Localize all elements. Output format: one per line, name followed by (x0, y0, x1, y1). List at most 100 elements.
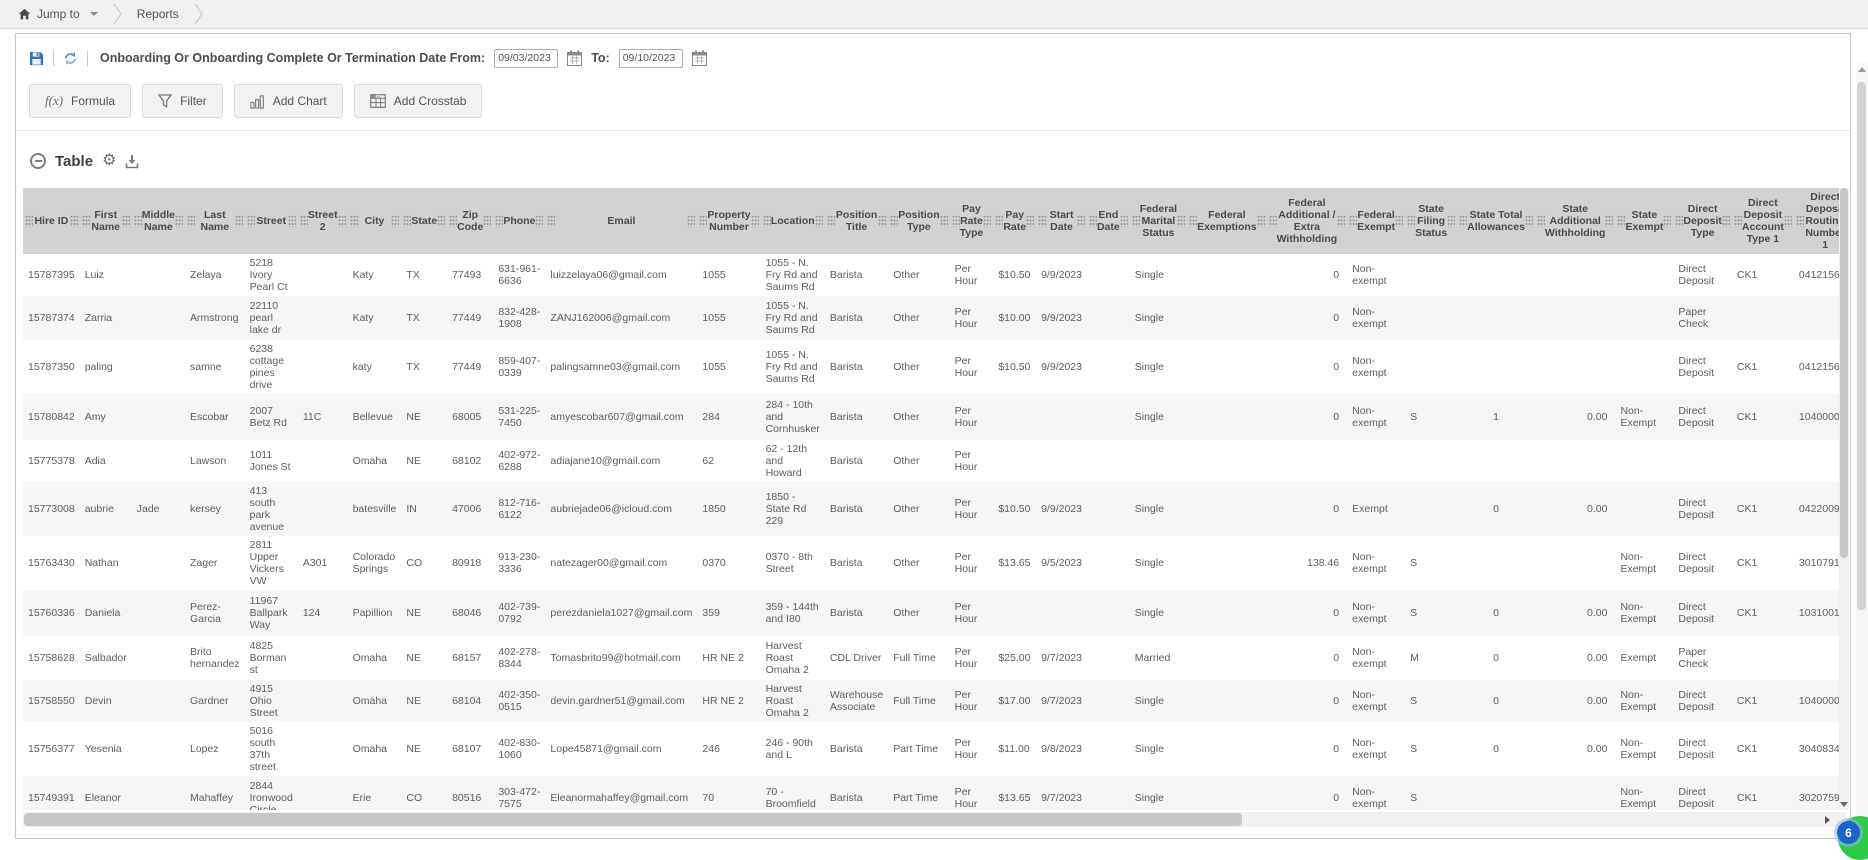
column-header-location[interactable]: Location (760, 188, 825, 254)
column-header-hire-id[interactable]: Hire ID (23, 188, 80, 254)
column-drag-handle[interactable] (1256, 215, 1265, 227)
download-icon[interactable] (125, 154, 139, 169)
column-header-direct-deposit-type[interactable]: Direct Deposit Type (1673, 188, 1732, 254)
column-drag-handle[interactable] (826, 215, 835, 227)
column-header-state-exempt[interactable]: State Exempt (1615, 188, 1674, 254)
column-drag-handle[interactable] (25, 215, 33, 227)
column-header-property-number[interactable]: Property Number (697, 188, 761, 254)
column-header-start-date[interactable]: Start Date (1036, 188, 1087, 254)
formula-button[interactable]: f(x) Formula (29, 84, 132, 118)
column-header-city[interactable]: City (347, 188, 402, 254)
column-header-position-type[interactable]: Position Type (888, 188, 950, 254)
table-horizontal-scrollbar[interactable] (23, 812, 1846, 827)
column-drag-handle[interactable] (699, 215, 708, 227)
column-drag-handle[interactable] (1721, 215, 1730, 227)
column-drag-handle[interactable] (437, 215, 446, 227)
column-drag-handle[interactable] (495, 215, 504, 227)
column-header-position-title[interactable]: Position Title (824, 188, 889, 254)
table-vertical-scrollbar[interactable] (1839, 188, 1849, 810)
column-drag-handle[interactable] (1119, 215, 1128, 227)
calendar-icon[interactable] (691, 50, 707, 66)
column-drag-handle[interactable] (121, 215, 130, 227)
column-drag-handle[interactable] (1617, 215, 1626, 227)
column-drag-handle[interactable] (1605, 215, 1614, 227)
calendar-icon[interactable] (567, 50, 583, 66)
save-button[interactable] (29, 51, 44, 66)
column-header-street[interactable]: Street (244, 188, 298, 254)
column-drag-handle[interactable] (1395, 215, 1404, 227)
column-drag-handle[interactable] (287, 215, 296, 227)
column-drag-handle[interactable] (1189, 215, 1198, 227)
column-drag-handle[interactable] (349, 215, 358, 227)
column-drag-handle[interactable] (1337, 215, 1346, 227)
column-drag-handle[interactable] (1675, 215, 1684, 227)
scroll-right-arrow-icon[interactable] (1825, 816, 1830, 824)
column-header-federal-exempt[interactable]: Federal Exempt (1347, 188, 1406, 254)
column-drag-handle[interactable] (878, 215, 887, 227)
column-drag-handle[interactable] (939, 215, 948, 227)
column-drag-handle[interactable] (1268, 215, 1277, 227)
scroll-down-arrow-icon[interactable] (1840, 802, 1848, 807)
column-header-pay-rate-type[interactable]: Pay Rate Type (949, 188, 994, 254)
collapse-section-icon[interactable] (30, 153, 46, 169)
column-drag-handle[interactable] (133, 215, 142, 227)
column-drag-handle[interactable] (1536, 215, 1545, 227)
add-crosstab-button[interactable]: Add Crosstab (353, 84, 483, 118)
column-drag-handle[interactable] (391, 215, 400, 227)
horizontal-scrollbar-thumb[interactable] (24, 813, 1242, 826)
date-from-input[interactable] (494, 48, 559, 68)
column-drag-handle[interactable] (814, 215, 823, 227)
refresh-button[interactable] (63, 51, 78, 66)
column-header-direct-deposit-account-type-1[interactable]: Direct Deposit Account Type 1 (1731, 188, 1794, 254)
column-header-middle-name[interactable]: Middle Name (131, 188, 185, 254)
notification-badge[interactable]: 6 (1837, 821, 1860, 844)
column-header-federal-additional-extra-withholding[interactable]: Federal Additional / Extra Withholding (1266, 188, 1348, 254)
column-header-pay-rate[interactable]: Pay Rate (993, 188, 1037, 254)
column-drag-handle[interactable] (1795, 215, 1804, 227)
column-drag-handle[interactable] (299, 215, 308, 227)
column-drag-handle[interactable] (246, 215, 255, 227)
column-drag-handle[interactable] (1088, 215, 1097, 227)
column-header-state[interactable]: State (401, 188, 448, 254)
column-drag-handle[interactable] (1459, 215, 1468, 227)
column-drag-handle[interactable] (1349, 215, 1358, 227)
breadcrumb-jump-to[interactable]: Jump to (18, 7, 98, 21)
column-drag-handle[interactable] (81, 215, 90, 227)
column-drag-handle[interactable] (1177, 215, 1186, 227)
breadcrumb-reports[interactable]: Reports (137, 7, 179, 21)
column-drag-handle[interactable] (483, 215, 492, 227)
column-drag-handle[interactable] (1663, 215, 1672, 227)
column-drag-handle[interactable] (1131, 215, 1140, 227)
column-header-state-filing-status[interactable]: State Filing Status (1405, 188, 1458, 254)
column-drag-handle[interactable] (983, 215, 992, 227)
page-scrollbar[interactable] (1856, 62, 1868, 848)
column-drag-handle[interactable] (337, 215, 346, 227)
column-drag-handle[interactable] (403, 215, 412, 227)
column-drag-handle[interactable] (762, 215, 771, 227)
column-drag-handle[interactable] (234, 215, 243, 227)
column-header-federal-exemptions[interactable]: Federal Exemptions (1187, 188, 1267, 254)
column-drag-handle[interactable] (187, 215, 195, 227)
column-drag-handle[interactable] (995, 215, 1004, 227)
column-drag-handle[interactable] (535, 215, 544, 227)
column-drag-handle[interactable] (449, 215, 458, 227)
column-header-first-name[interactable]: First Name (79, 188, 132, 254)
page-scrollbar-thumb[interactable] (1857, 82, 1866, 610)
column-header-phone[interactable]: Phone (493, 188, 546, 254)
column-drag-handle[interactable] (1076, 215, 1085, 227)
column-header-state-total-allowances[interactable]: State Total Allowances (1457, 188, 1535, 254)
column-header-federal-marital-status[interactable]: Federal Marital Status (1129, 188, 1188, 254)
column-drag-handle[interactable] (1733, 215, 1742, 227)
column-header-end-date[interactable]: End Date (1086, 188, 1130, 254)
column-drag-handle[interactable] (951, 215, 960, 227)
vertical-scrollbar-thumb[interactable] (1840, 188, 1848, 558)
gear-icon[interactable]: ⚙ (102, 153, 116, 169)
column-drag-handle[interactable] (69, 215, 78, 227)
column-drag-handle[interactable] (1524, 215, 1533, 227)
column-drag-handle[interactable] (687, 215, 696, 227)
column-drag-handle[interactable] (175, 215, 183, 227)
date-to-input[interactable] (618, 48, 683, 68)
column-drag-handle[interactable] (750, 215, 759, 227)
column-drag-handle[interactable] (1447, 215, 1456, 227)
column-header-state-additional-withholding[interactable]: State Additional Withholding (1534, 188, 1616, 254)
